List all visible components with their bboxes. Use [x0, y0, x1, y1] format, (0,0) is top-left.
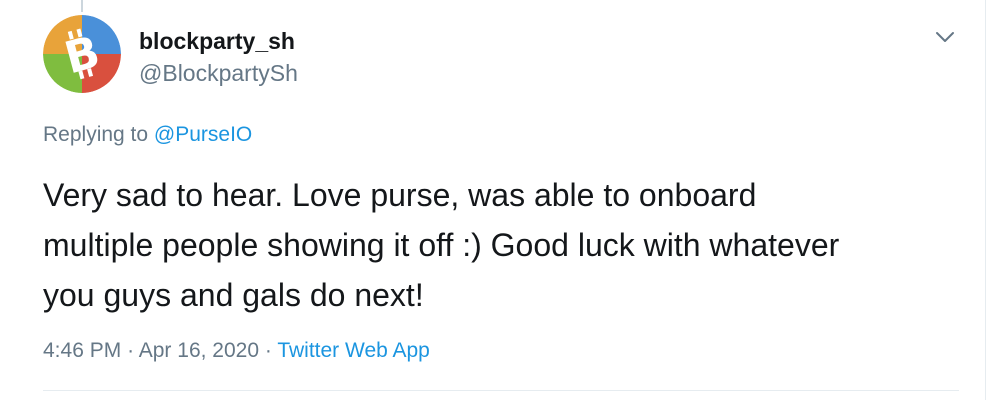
- user-info: blockparty_sh @BlockpartySh: [139, 27, 298, 88]
- tweet-text-line: Very sad to hear. Love purse, was able t…: [43, 177, 757, 213]
- bitcoin-cash-logo-icon: B: [43, 15, 121, 93]
- avatar[interactable]: B: [43, 15, 121, 93]
- tweet-time[interactable]: 4:46 PM: [43, 339, 121, 362]
- display-name[interactable]: blockparty_sh: [139, 27, 298, 55]
- replying-to-label: Replying to: [43, 123, 149, 146]
- tweet-text: Very sad to hear. Love purse, was able t…: [43, 170, 943, 320]
- tweet-menu-button[interactable]: [930, 26, 960, 48]
- chevron-down-icon: [936, 32, 954, 42]
- meta-separator: ·: [127, 339, 135, 362]
- tweet-meta: 4:46 PM · Apr 16, 2020 · Twitter Web App: [43, 337, 430, 365]
- tweet-card: B blockparty_sh @BlockpartySh Replying t…: [0, 0, 1000, 400]
- thread-connector-line: [81, 0, 83, 12]
- card-right-border: [985, 0, 986, 400]
- tweet-text-line: you guys and gals do next!: [43, 277, 424, 313]
- divider: [43, 390, 959, 391]
- tweet-text-line: multiple people showing it off :) Good l…: [43, 227, 840, 263]
- tweet-date[interactable]: Apr 16, 2020: [139, 339, 259, 362]
- replying-to: Replying to @PurseIO: [43, 121, 252, 149]
- reply-mention-link[interactable]: @PurseIO: [154, 123, 252, 146]
- tweet-source-link[interactable]: Twitter Web App: [277, 339, 430, 362]
- meta-separator: ·: [264, 339, 272, 362]
- user-handle[interactable]: @BlockpartySh: [139, 58, 298, 88]
